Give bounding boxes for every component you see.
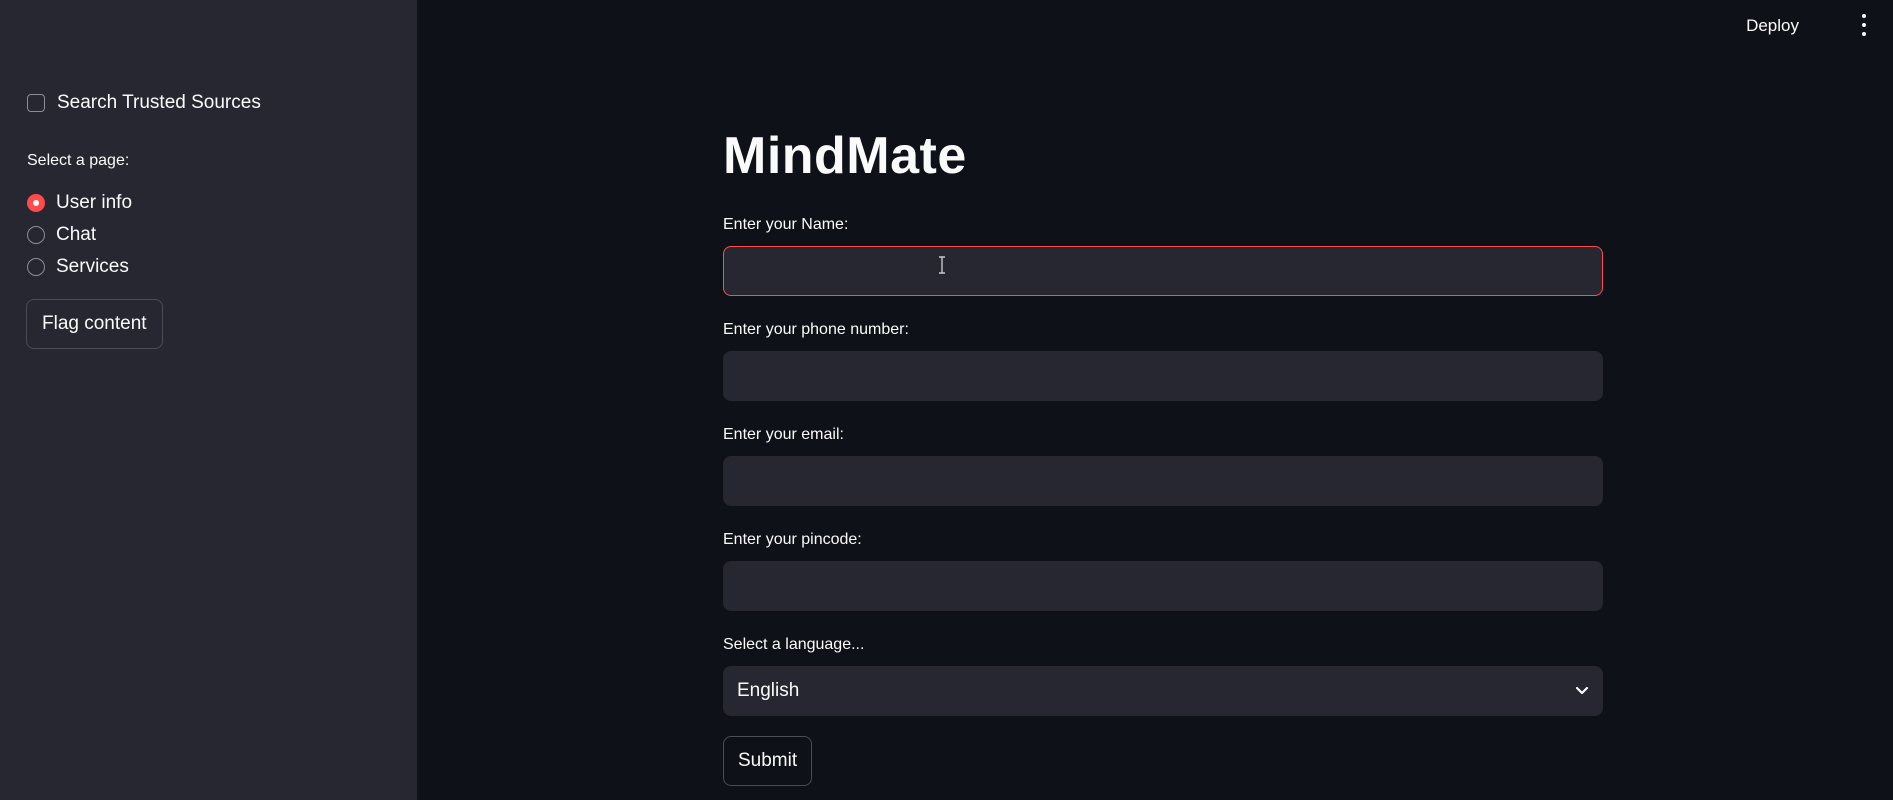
radio-option-user-info[interactable]: User info [27, 187, 132, 219]
submit-button[interactable]: Submit [723, 736, 813, 786]
main-content: Deploy MindMate Enter your Name: Enter y… [417, 0, 1893, 800]
text-cursor-icon [939, 256, 945, 274]
radio-label-chat[interactable]: Chat [56, 224, 96, 246]
search-trusted-sources-checkbox-row[interactable]: Search Trusted Sources [27, 92, 261, 114]
pincode-field-label: Enter your pincode: [723, 531, 862, 548]
radio-option-services[interactable]: Services [27, 251, 132, 283]
name-input[interactable] [723, 246, 1603, 296]
kebab-menu-icon[interactable] [1859, 14, 1869, 36]
radio-label-services[interactable]: Services [56, 256, 129, 278]
radio-option-chat[interactable]: Chat [27, 219, 132, 251]
email-input[interactable] [723, 456, 1603, 506]
radio-button-services[interactable] [27, 258, 45, 276]
name-field-label: Enter your Name: [723, 216, 849, 233]
kebab-dot [1862, 14, 1866, 18]
page-title: MindMate [723, 127, 967, 185]
sidebar: Search Trusted Sources Select a page: Us… [0, 0, 417, 800]
deploy-button[interactable]: Deploy [1740, 12, 1805, 40]
kebab-dot [1862, 32, 1866, 36]
radio-label-user-info[interactable]: User info [56, 192, 132, 214]
page-radio-group: User info Chat Services [27, 187, 132, 283]
language-select-label: Select a language... [723, 636, 865, 653]
email-field-label: Enter your email: [723, 426, 844, 443]
select-page-label: Select a page: [27, 152, 130, 169]
radio-button-chat[interactable] [27, 226, 45, 244]
phone-input[interactable] [723, 351, 1603, 401]
phone-field-label: Enter your phone number: [723, 321, 909, 338]
flag-content-button[interactable]: Flag content [26, 299, 163, 349]
radio-button-user-info[interactable] [27, 194, 45, 212]
chevron-down-icon[interactable] [1575, 686, 1589, 696]
search-trusted-sources-label[interactable]: Search Trusted Sources [57, 92, 261, 114]
search-trusted-sources-checkbox[interactable] [27, 94, 45, 112]
pincode-input[interactable] [723, 561, 1603, 611]
kebab-dot [1862, 23, 1866, 27]
language-select-value[interactable]: English [737, 680, 799, 702]
language-select[interactable]: English [723, 666, 1603, 716]
